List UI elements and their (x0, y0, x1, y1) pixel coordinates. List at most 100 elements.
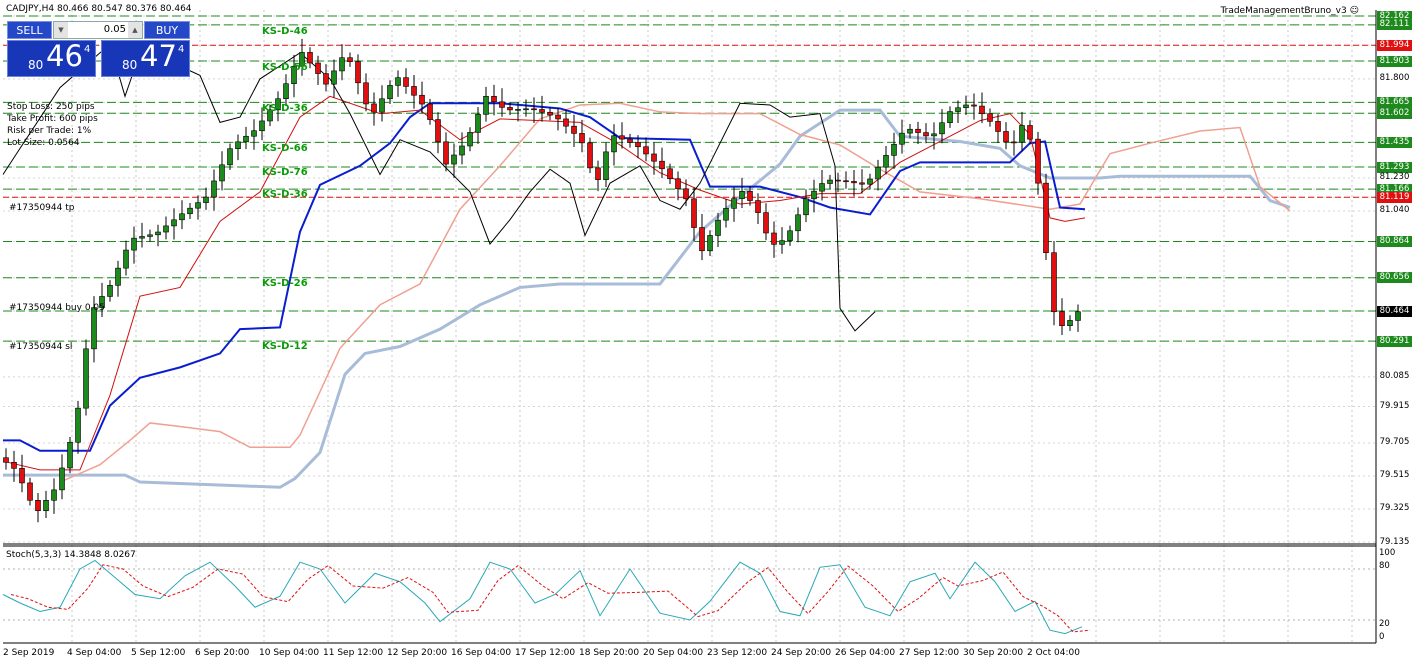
ks-level-label: KS-D-36 (262, 103, 308, 114)
candle-body (731, 198, 737, 209)
candle-body (331, 70, 337, 85)
candle-body (179, 213, 185, 221)
lot-size-field[interactable]: ▼ 0.05 ▲ (53, 21, 143, 39)
lot-size-value[interactable]: 0.05 (70, 22, 126, 38)
date-label: 26 Sep 04:00 (835, 648, 896, 658)
candle-body (955, 107, 961, 112)
stop-loss-info: Stop Loss: 250 pips (7, 102, 95, 112)
candle-body (827, 179, 833, 184)
candle-body (939, 122, 945, 135)
smiley-icon: ☺ (1349, 6, 1359, 16)
candle-body (107, 285, 113, 297)
candle-body (203, 196, 209, 203)
price-label: 80.656 (1377, 272, 1412, 284)
candle-body (595, 167, 601, 180)
candle-body (859, 182, 865, 185)
candle-body (971, 104, 977, 107)
date-label: 2 Oct 04:00 (1027, 648, 1080, 658)
candle-body (675, 178, 681, 190)
candle-body (507, 107, 513, 111)
candle-body (611, 135, 617, 153)
candle-body (843, 180, 849, 183)
chart-frame (3, 10, 1377, 644)
candle-body (75, 407, 81, 443)
candle-body (339, 57, 345, 72)
candle-body (547, 111, 553, 116)
candle-body (19, 468, 25, 484)
horizontal-levels (3, 15, 1376, 342)
price-label: 81.293 (1377, 161, 1412, 173)
candle-body (627, 138, 633, 143)
risk-info: Risk per Trade: 1% (7, 126, 92, 136)
candle-body (667, 168, 673, 180)
candle-body (459, 145, 465, 156)
candle-body (443, 141, 449, 165)
candle-body (475, 114, 481, 133)
candle-body (1027, 125, 1033, 140)
date-label: 17 Sep 12:00 (515, 648, 576, 658)
candle-body (243, 135, 249, 143)
candle-body (251, 130, 257, 137)
buy-price-box[interactable]: 80 47 4 (101, 39, 190, 77)
price-label: 81.800 (1379, 73, 1410, 84)
candle-body (963, 104, 969, 109)
candle-body (187, 207, 193, 215)
buy-line-label: #17350944 buy 0.05 (9, 303, 105, 313)
price-chart[interactable] (0, 0, 1415, 664)
price-label: 79.915 (1379, 400, 1410, 411)
sell-price-box[interactable]: 80 46 4 (7, 39, 96, 77)
price-label: 81.435 (1377, 136, 1412, 148)
date-label: 10 Sep 04:00 (259, 648, 320, 658)
lot-size-info: Lot Size: 0.0564 (7, 138, 80, 148)
candle-body (531, 108, 537, 111)
candle-body (371, 103, 377, 113)
candle-body (163, 225, 169, 233)
candle-body (811, 190, 817, 200)
candle-body (403, 77, 409, 87)
sl-line-label: #17350944 sl (9, 342, 73, 352)
candle-body (835, 179, 841, 182)
candle-body (715, 219, 721, 236)
candle-body (315, 62, 321, 74)
candle-body (571, 125, 577, 134)
stochastic-panel (2, 559, 1376, 635)
candle-body (467, 132, 473, 147)
buy-button[interactable]: BUY (144, 21, 190, 39)
candle-body (427, 103, 433, 120)
sell-button[interactable]: SELL (7, 21, 52, 39)
stoch-main-line (2, 559, 1083, 635)
candle-body (691, 198, 697, 228)
candle-body (819, 183, 825, 192)
tp-line-label: #17350944 tp (9, 203, 75, 213)
candle-body (947, 111, 953, 123)
candle-body (83, 348, 89, 409)
candle-body (555, 114, 561, 120)
candle-body (891, 143, 897, 156)
price-label: 79.325 (1379, 503, 1410, 514)
candle-body (747, 190, 753, 201)
price-label: 81.119 (1377, 191, 1412, 203)
candle-body (147, 234, 153, 237)
candle-body (347, 57, 353, 62)
date-label: 5 Sep 12:00 (131, 648, 186, 658)
candle-body (515, 109, 521, 111)
price-label: 80.464 (1377, 305, 1412, 317)
candle-body (35, 499, 41, 512)
candle-body (883, 155, 889, 168)
candle-body (763, 212, 769, 234)
lot-increase-icon[interactable]: ▲ (128, 22, 142, 38)
date-label: 23 Sep 12:00 (707, 648, 768, 658)
stoch-level-20: 20 (1379, 619, 1390, 629)
candle-body (851, 181, 857, 184)
candle-body (195, 202, 201, 209)
candle-body (3, 457, 9, 463)
candle-body (635, 142, 641, 148)
candle-body (1075, 311, 1081, 321)
kijun-sen (3, 102, 1086, 452)
candle-body (643, 146, 649, 155)
candle-body (355, 61, 361, 84)
candle-body (259, 120, 265, 131)
candle-body (59, 467, 65, 491)
lot-decrease-icon[interactable]: ▼ (54, 22, 68, 38)
candle-body (523, 108, 529, 111)
